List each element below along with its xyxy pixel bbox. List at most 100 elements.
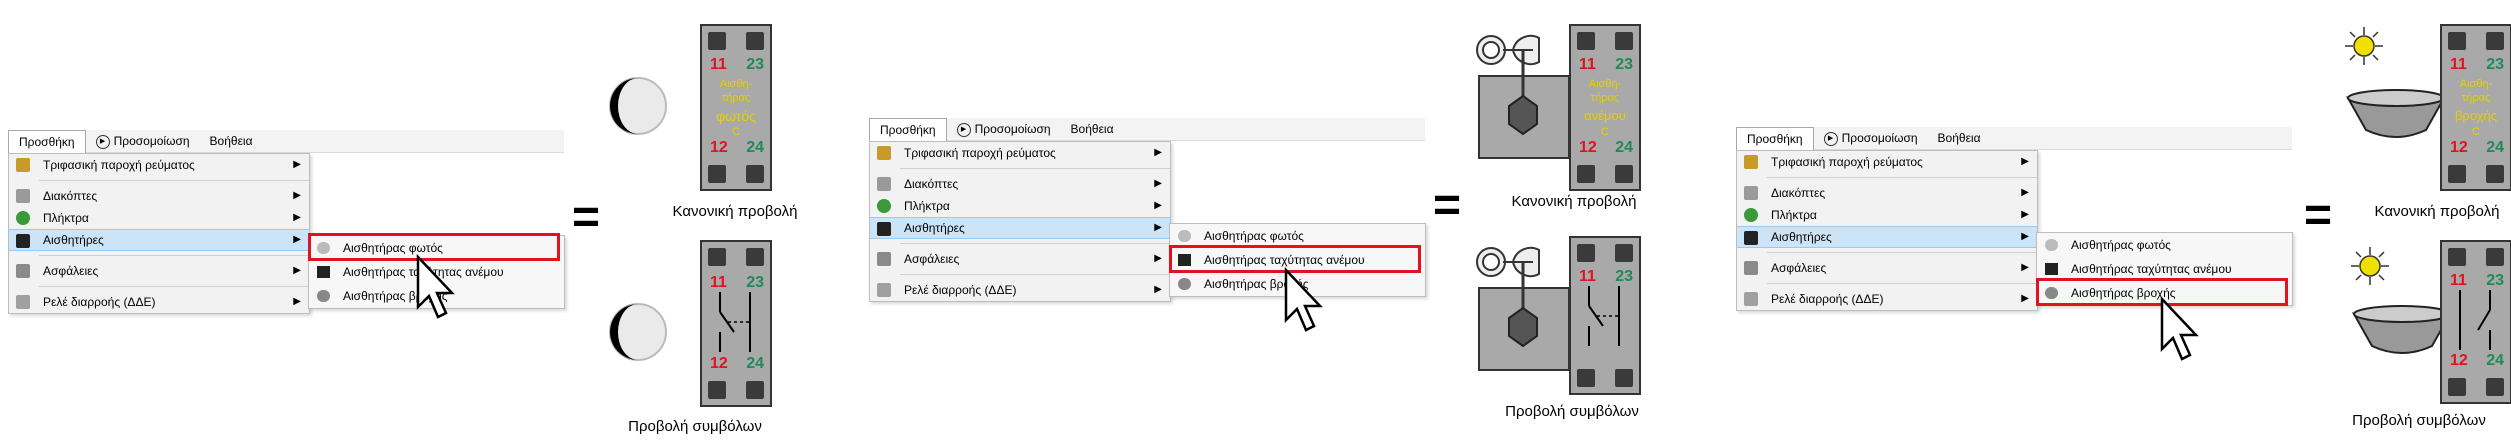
terminal-screw <box>1615 165 1633 183</box>
sensor-icon <box>16 234 30 248</box>
menu-help[interactable]: Βοήθεια <box>1928 127 1991 149</box>
equals-sign: = <box>2304 189 2333 242</box>
terminal-screw <box>2486 165 2504 183</box>
device-label-line: C <box>1601 126 1609 138</box>
menu-help[interactable]: Βοήθεια <box>1061 118 1124 140</box>
dropdown-item-switches[interactable]: Διακόπτες ▶ <box>870 173 1170 195</box>
dropdown-item-buttons[interactable]: Πλήκτρα ▶ <box>1737 204 2037 226</box>
menu-add[interactable]: Προσθήκη <box>869 117 947 141</box>
sun-icon <box>2345 27 2383 65</box>
terminal-screw <box>746 381 764 399</box>
light-sensor-icon <box>2045 239 2058 251</box>
terminal-11: 11 <box>1579 268 1596 285</box>
menu-simulation[interactable]: ▶ Προσομοίωση <box>1814 127 1928 149</box>
terminal-23: 23 <box>2486 272 2504 289</box>
dropdown-label: Διακόπτες <box>1771 186 1826 200</box>
dropdown-label: Ρελέ διαρροής (ΔΔΕ) <box>1771 292 1884 306</box>
submenu-item-light[interactable]: Αισθητήρας φωτός <box>2037 233 2292 257</box>
rcd-icon <box>1744 292 1758 306</box>
dropdown-label: Τριφασική παροχή ρεύματος <box>904 146 1056 160</box>
dropdown-label: Πλήκτρα <box>43 211 89 225</box>
dropdown-item-buttons[interactable]: Πλήκτρα ▶ <box>870 195 1170 217</box>
dropdown-item-fuses[interactable]: Ασφάλειες ▶ <box>9 260 309 282</box>
menu-add[interactable]: Προσθήκη <box>1736 126 1814 150</box>
sensor-icon <box>877 222 891 236</box>
separator <box>39 255 309 256</box>
terminal-screw <box>2486 32 2504 50</box>
separator <box>39 180 309 181</box>
device-label-line: τήρας <box>1590 92 1620 104</box>
device-label-line: φωτός <box>716 108 756 124</box>
fuse-icon <box>16 264 30 278</box>
wind-sensor-icon <box>2045 263 2058 275</box>
dropdown-label: Ασφάλειες <box>43 264 99 278</box>
menu-add[interactable]: Προσθήκη <box>8 129 86 153</box>
separator <box>1767 283 2037 284</box>
terminal-screw <box>708 32 726 50</box>
terminal-24: 24 <box>746 355 764 372</box>
caption-normal-view: Κανονική προβολή <box>1511 193 1637 210</box>
dropdown-label: Τριφασική παροχή ρεύματος <box>1771 155 1923 169</box>
dropdown-item-switches[interactable]: Διακόπτες ▶ <box>9 185 309 207</box>
terminal-24: 24 <box>2486 352 2504 369</box>
dropdown-item-three-phase[interactable]: Τριφασική παροχή ρεύματος ▶ <box>870 142 1170 164</box>
play-icon: ▶ <box>1823 131 1838 146</box>
chevron-right-icon: ▶ <box>2021 187 2029 198</box>
caption-symbol-view: Προβολή συμβόλων <box>2352 412 2486 429</box>
dropdown-item-fuses[interactable]: Ασφάλειες ▶ <box>1737 257 2037 279</box>
chevron-right-icon: ▶ <box>293 265 301 276</box>
chevron-right-icon: ▶ <box>1154 253 1162 264</box>
dropdown-item-rcd[interactable]: Ρελέ διαρροής (ΔΔΕ) ▶ <box>9 291 309 313</box>
dropdown-item-rcd[interactable]: Ρελέ διαρροής (ΔΔΕ) ▶ <box>1737 288 2037 310</box>
terminal-screw <box>2486 378 2504 396</box>
device-normal-view: 11 23 Αισθη- τήρας ανέμου C 12 24 <box>1569 24 1641 191</box>
dropdown-item-switches[interactable]: Διακόπτες ▶ <box>1737 182 2037 204</box>
three-phase-icon <box>1744 155 1758 169</box>
terminal-24: 24 <box>1615 139 1633 156</box>
terminal-11: 11 <box>710 274 727 291</box>
dropdown-label: Πλήκτρα <box>1771 208 1817 222</box>
terminal-12: 12 <box>2450 352 2468 369</box>
dropdown-item-sensors[interactable]: Αισθητήρες ▶ <box>1737 226 2037 248</box>
terminal-12: 12 <box>2450 139 2468 156</box>
terminal-23: 23 <box>1615 56 1633 73</box>
chevron-right-icon: ▶ <box>2021 293 2029 304</box>
dropdown-item-fuses[interactable]: Ασφάλειες ▶ <box>870 248 1170 270</box>
device-label-line: Αισθη- <box>2459 78 2493 90</box>
switch-icon <box>1744 186 1758 200</box>
dropdown-label: Αισθητήρες <box>904 221 965 235</box>
terminal-24: 24 <box>746 139 764 156</box>
device-label-line: C <box>732 126 740 138</box>
terminal-screw <box>708 165 726 183</box>
fuse-icon <box>1744 261 1758 275</box>
separator <box>900 243 1170 244</box>
terminal-11: 11 <box>710 56 727 73</box>
sensor-icon <box>1744 231 1758 245</box>
caption-normal-view: Κανονική προβολή <box>672 203 798 220</box>
chevron-right-icon: ▶ <box>2021 156 2029 167</box>
dropdown-item-buttons[interactable]: Πλήκτρα ▶ <box>9 207 309 229</box>
device-label-line: Αισθη- <box>719 78 753 90</box>
device-symbol-view: 11 23 12 24 <box>700 240 772 407</box>
terminal-11: 11 <box>2450 272 2467 289</box>
dropdown-item-three-phase[interactable]: Τριφασική παροχή ρεύματος ▶ <box>1737 151 2037 173</box>
button-icon <box>16 211 30 225</box>
menu-simulation[interactable]: ▶ Προσομοίωση <box>947 118 1061 140</box>
three-phase-icon <box>16 158 30 172</box>
dropdown-item-sensors[interactable]: Αισθητήρες ▶ <box>870 217 1170 239</box>
moon-icon <box>609 77 667 135</box>
rain-sensor-icon <box>1178 278 1191 290</box>
rcd-icon <box>877 283 891 297</box>
menu-simulation-label: Προσομοίωση <box>113 134 190 148</box>
dropdown-item-sensors[interactable]: Αισθητήρες ▶ <box>9 229 309 251</box>
dropdown-item-rcd[interactable]: Ρελέ διαρροής (ΔΔΕ) ▶ <box>870 279 1170 301</box>
sun-icon <box>2351 247 2389 285</box>
device-label-line: τήρας <box>2461 92 2491 104</box>
device-label-line: τήρας <box>721 92 751 104</box>
separator <box>900 168 1170 169</box>
menu-help[interactable]: Βοήθεια <box>200 130 263 152</box>
dropdown-item-three-phase[interactable]: Τριφασική παροχή ρεύματος ▶ <box>9 154 309 176</box>
terminal-screw <box>708 381 726 399</box>
menu-simulation[interactable]: ▶ Προσομοίωση <box>86 130 200 152</box>
equals-sign: = <box>1433 179 1462 232</box>
